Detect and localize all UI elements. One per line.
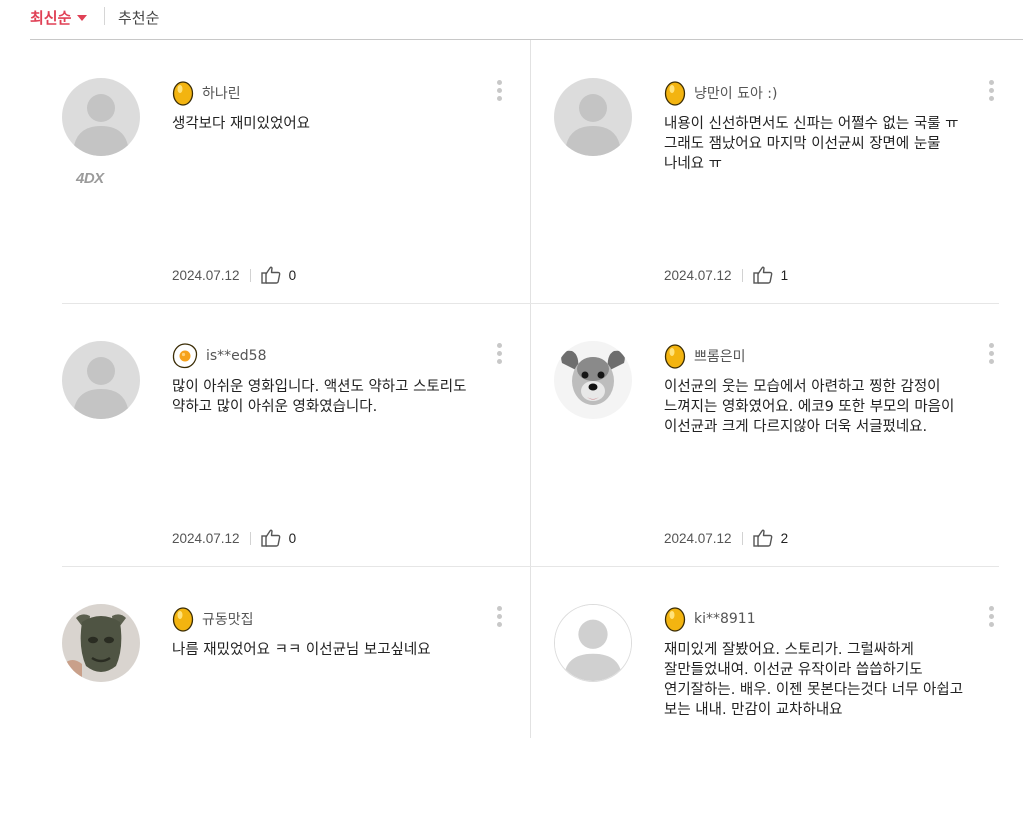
- sort-latest-tab[interactable]: 최신순: [30, 7, 88, 28]
- like-count: 0: [288, 530, 297, 546]
- more-options-icon[interactable]: [984, 78, 998, 106]
- review-card: 쁘롬은미 이선균의 웃는 모습에서 아련하고 찡한 감정이 느껴지는 영화였어요…: [554, 303, 1023, 566]
- golden-egg-icon: [172, 607, 194, 632]
- thumbs-up-icon: [752, 529, 772, 547]
- review-date: 2024.07.12: [664, 530, 732, 546]
- review-text: 이선균의 웃는 모습에서 아련하고 찡한 감정이 느껴지는 영화였어요. 에코9…: [664, 379, 955, 435]
- like-button[interactable]: 1: [752, 266, 789, 284]
- user-info: 쁘롬은미: [664, 343, 746, 369]
- footer-divider: [741, 531, 743, 545]
- sort-divider: [104, 7, 105, 25]
- review-date: 2024.07.12: [664, 267, 732, 283]
- review-footer: 2024.07.12 0: [172, 266, 296, 284]
- footer-divider: [741, 268, 743, 282]
- avatar[interactable]: [554, 341, 632, 419]
- thumbs-up-icon: [260, 266, 280, 284]
- review-card: 냥만이 됴아 :) 내용이 신선하면서도 신파는 어쩔수 없는 국룰 ㅠ 그래도…: [554, 40, 1023, 303]
- like-count: 2: [780, 530, 789, 546]
- username[interactable]: 하나린: [202, 83, 241, 103]
- user-info: 규동맛집: [172, 606, 254, 632]
- review-card: ki**8911 재미있게 잘봤어요. 스토리가. 그럴싸하게 잘만들었내여. …: [554, 566, 1023, 829]
- review-text: 재미있게 잘봤어요. 스토리가. 그럴싸하게 잘만들었내여. 이선균 유작이라 …: [664, 642, 964, 718]
- mask-photo-avatar: [62, 604, 140, 682]
- chevron-down-icon: [77, 14, 88, 21]
- thumbs-up-icon: [260, 529, 280, 547]
- review-text: 많이 아쉬운 영화입니다. 액션도 약하고 스토리도 약하고 많이 아쉬운 영화…: [172, 379, 467, 415]
- sort-bar: 최신순 추천순: [0, 0, 1023, 40]
- golden-egg-icon: [172, 81, 194, 106]
- more-options-icon[interactable]: [984, 341, 998, 369]
- user-info: 하나린: [172, 80, 241, 106]
- more-options-icon[interactable]: [984, 604, 998, 632]
- user-info: is**ed58: [172, 343, 267, 369]
- footer-divider: [249, 268, 251, 282]
- username[interactable]: 냥만이 됴아 :): [694, 83, 777, 103]
- review-card: 규동맛집 나름 재밌었어요 ㅋㅋ 이선균님 보고싶네요: [62, 566, 531, 829]
- user-info: ki**8911: [664, 606, 756, 632]
- like-count: 1: [780, 267, 789, 283]
- more-options-icon[interactable]: [492, 604, 506, 632]
- sort-recommended-tab[interactable]: 추천순: [118, 7, 159, 28]
- dog-photo-avatar: [554, 341, 632, 419]
- footer-divider: [249, 531, 251, 545]
- user-info: 냥만이 됴아 :): [664, 80, 777, 106]
- default-avatar-icon: [62, 78, 140, 156]
- sort-latest-label: 최신순: [30, 9, 72, 27]
- fried-egg-icon: [172, 343, 198, 369]
- username[interactable]: 규동맛집: [202, 609, 254, 629]
- avatar[interactable]: [554, 604, 632, 682]
- like-button[interactable]: 0: [260, 529, 297, 547]
- avatar[interactable]: [62, 341, 140, 419]
- review-text: 나름 재밌었어요 ㅋㅋ 이선균님 보고싶네요: [172, 642, 431, 658]
- default-avatar-icon: [554, 78, 632, 156]
- golden-egg-icon: [664, 81, 686, 106]
- review-text: 내용이 신선하면서도 신파는 어쩔수 없는 국룰 ㅠ 그래도 잼났어요 마지막 …: [664, 116, 959, 172]
- default-avatar-icon: [555, 605, 631, 681]
- default-avatar-icon: [62, 341, 140, 419]
- more-options-icon[interactable]: [492, 341, 506, 369]
- 4dx-badge: 4DX: [76, 170, 104, 187]
- username[interactable]: ki**8911: [694, 611, 756, 627]
- review-card: 4DX 하나린 생각보다 재미있었어요 2024.07.12 0: [62, 40, 531, 303]
- review-footer: 2024.07.12 2: [664, 529, 788, 547]
- avatar[interactable]: [62, 78, 140, 156]
- golden-egg-icon: [664, 344, 686, 369]
- like-button[interactable]: 2: [752, 529, 789, 547]
- like-button[interactable]: 0: [260, 266, 297, 284]
- review-date: 2024.07.12: [172, 267, 240, 283]
- like-count: 0: [288, 267, 297, 283]
- avatar[interactable]: [62, 604, 140, 682]
- golden-egg-icon: [664, 607, 686, 632]
- username[interactable]: is**ed58: [206, 348, 267, 364]
- review-text: 생각보다 재미있었어요: [172, 116, 311, 132]
- review-footer: 2024.07.12 1: [664, 266, 788, 284]
- username[interactable]: 쁘롬은미: [694, 346, 746, 366]
- thumbs-up-icon: [752, 266, 772, 284]
- more-options-icon[interactable]: [492, 78, 506, 106]
- review-card: is**ed58 많이 아쉬운 영화입니다. 액션도 약하고 스토리도 약하고 …: [62, 303, 531, 566]
- avatar[interactable]: [554, 78, 632, 156]
- review-footer: 2024.07.12 0: [172, 529, 296, 547]
- review-date: 2024.07.12: [172, 530, 240, 546]
